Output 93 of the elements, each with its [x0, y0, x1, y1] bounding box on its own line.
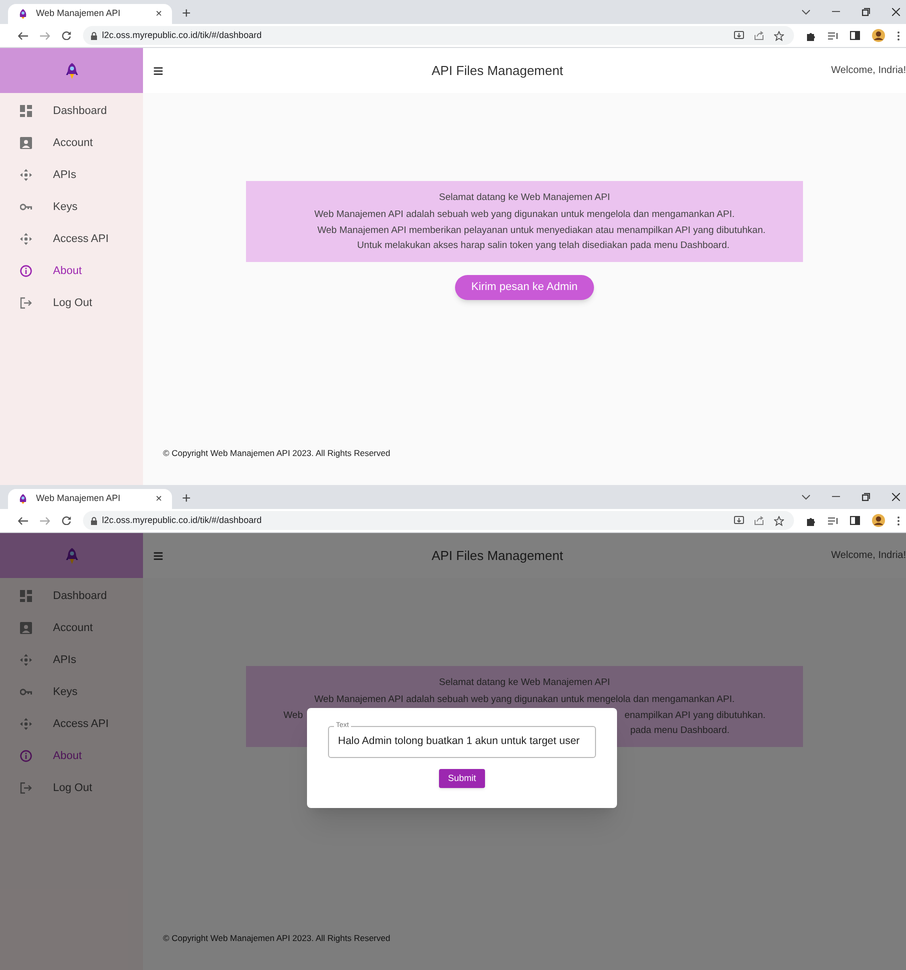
restore-icon[interactable]	[862, 493, 870, 501]
logout-icon	[20, 782, 32, 794]
menu-button[interactable]: ≡	[153, 546, 164, 564]
move-icon	[20, 233, 32, 245]
sidebar-item[interactable]: Log Out	[0, 287, 143, 319]
tab-close-button[interactable]: ×	[156, 8, 162, 20]
reload-icon[interactable]	[62, 31, 71, 40]
sidebar-item[interactable]: About	[0, 255, 143, 287]
close-icon[interactable]	[892, 8, 900, 16]
sidebar-item[interactable]: APIs	[0, 644, 143, 676]
minimize-icon[interactable]	[832, 496, 840, 498]
playlist-icon[interactable]	[828, 32, 838, 40]
rocket-icon	[18, 494, 28, 504]
key-icon	[20, 686, 32, 698]
minimize-icon[interactable]	[832, 11, 840, 13]
info-text: Web Manajemen API adalah sebuah web yang digunakan untuk mengelola dan mengamankan API.	[314, 693, 735, 707]
star-icon[interactable]	[774, 516, 784, 526]
menu-button[interactable]: ≡	[153, 62, 164, 80]
page-title: API Files Management	[430, 62, 564, 80]
page-title: API Files Management	[430, 546, 564, 565]
reload-icon[interactable]	[62, 516, 71, 525]
sidebar-item[interactable]: Log Out	[0, 772, 143, 804]
browser-tab[interactable]: Web Manajemen API ×	[8, 489, 172, 509]
address-bar[interactable]: l2c.oss.myrepublic.co.id/tik/#/dashboard	[83, 26, 794, 45]
rocket-icon	[66, 548, 78, 564]
lock-icon	[91, 32, 97, 40]
info-text: Web Manajemen API adalah sebuah web yang digunakan untuk mengelola dan mengamankan API.	[314, 208, 735, 222]
share-icon[interactable]	[754, 516, 764, 525]
chevron-down-icon[interactable]	[802, 494, 810, 500]
tab-title: Web Manajemen API	[36, 492, 122, 506]
info-icon	[20, 265, 32, 277]
url-text: l2c.oss.myrepublic.co.id/tik/#/dashboard	[102, 28, 263, 42]
new-tab-button[interactable]: +	[182, 6, 191, 21]
avatar-icon[interactable]	[872, 29, 885, 42]
dashboard-icon	[20, 590, 32, 602]
side-panel-icon[interactable]	[850, 31, 860, 40]
submit-button[interactable]: Submit	[438, 769, 485, 788]
new-tab-button[interactable]: +	[182, 491, 191, 506]
send-message-button[interactable]: Kirim pesan ke Admin	[455, 275, 594, 300]
sidebar-item[interactable]: Keys	[0, 191, 143, 223]
address-bar[interactable]: l2c.oss.myrepublic.co.id/tik/#/dashboard	[83, 511, 794, 530]
info-text: Untuk melakukan akses harap salin token yang telah disediakan pada menu Dashboard.	[357, 239, 730, 252]
side-panel-icon[interactable]	[850, 516, 860, 525]
account-icon	[20, 622, 32, 634]
info-text: pada menu Dashboard.	[630, 724, 730, 738]
info-text: enampilkan API yang dibutuhkan.	[624, 709, 766, 722]
chevron-down-icon[interactable]	[802, 10, 810, 14]
avatar-icon[interactable]	[872, 514, 885, 527]
rocket-icon	[66, 62, 78, 78]
info-text: Web	[284, 709, 303, 722]
copyright-text: © Copyright Web Manajemen API 2023. All Rights Reserved	[162, 447, 390, 460]
restore-icon[interactable]	[862, 8, 870, 16]
back-icon[interactable]	[18, 32, 28, 40]
info-heading: Selamat datang ke Web Manajemen API	[439, 676, 610, 690]
tab-title: Web Manajemen API	[36, 7, 122, 20]
sidebar-item[interactable]: Account	[0, 127, 143, 159]
lock-icon	[91, 516, 97, 524]
info-text: Web Manajemen API memberikan pelayanan untuk menyediakan atau menampilkan API yang dibutuhkan.	[317, 224, 766, 238]
dashboard-icon	[20, 105, 32, 117]
welcome-text: Welcome, Indria!	[831, 549, 906, 563]
copyright-text: © Copyright Web Manajemen API 2023. All Rights Reserved	[162, 932, 390, 946]
sidebar-item[interactable]: Dashboard	[0, 95, 143, 127]
puzzle-icon[interactable]	[806, 30, 816, 40]
more-icon[interactable]	[897, 516, 900, 526]
rocket-icon	[18, 9, 28, 19]
puzzle-icon[interactable]	[806, 516, 816, 526]
install-icon[interactable]	[734, 31, 744, 40]
account-icon	[20, 137, 32, 149]
logout-icon	[20, 297, 32, 309]
info-icon	[20, 750, 32, 762]
sidebar-item[interactable]: APIs	[0, 159, 143, 191]
share-icon[interactable]	[754, 31, 764, 40]
move-icon	[20, 654, 32, 666]
close-icon[interactable]	[892, 493, 900, 501]
sidebar-item[interactable]: Dashboard	[0, 580, 143, 612]
star-icon[interactable]	[774, 30, 784, 40]
back-icon[interactable]	[18, 516, 28, 524]
install-icon[interactable]	[734, 516, 744, 525]
sidebar-item[interactable]: Keys	[0, 676, 143, 708]
tab-close-button[interactable]: ×	[156, 494, 162, 504]
sidebar-item[interactable]: Account	[0, 612, 143, 644]
playlist-icon[interactable]	[828, 516, 838, 524]
move-icon	[20, 169, 32, 181]
key-icon	[20, 201, 32, 213]
text-field[interactable]: Halo Admin tolong buatkan 1 akun untuk target user	[328, 726, 596, 758]
url-text: l2c.oss.myrepublic.co.id/tik/#/dashboard	[102, 514, 263, 527]
info-heading: Selamat datang ke Web Manajemen API	[439, 190, 610, 205]
sidebar-item[interactable]: Access API	[0, 223, 143, 255]
welcome-text: Welcome, Indria!	[831, 64, 906, 78]
browser-tab[interactable]: Web Manajemen API ×	[8, 4, 172, 24]
sidebar-item[interactable]: Access API	[0, 708, 143, 740]
more-icon[interactable]	[897, 30, 900, 40]
move-icon	[20, 718, 32, 730]
